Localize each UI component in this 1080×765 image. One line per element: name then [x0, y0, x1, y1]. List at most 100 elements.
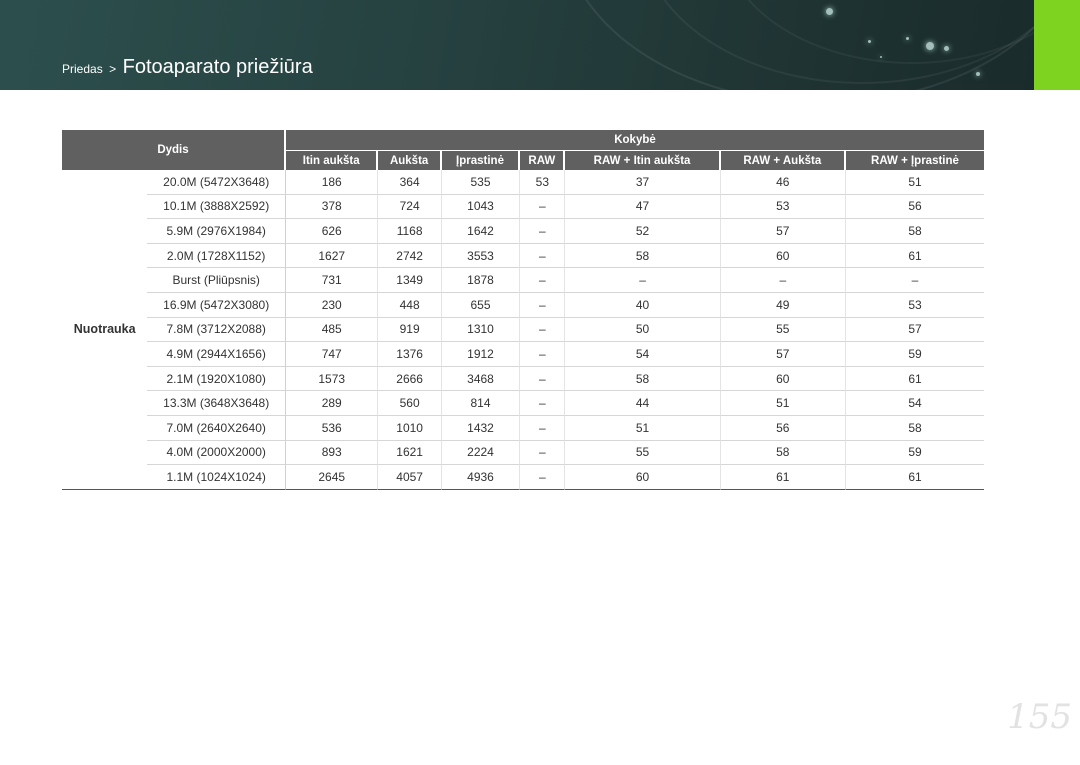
- value-cell: 59: [845, 441, 984, 466]
- section-tab: [1034, 0, 1080, 90]
- value-cell: 535: [441, 170, 521, 195]
- value-cell: 1043: [441, 194, 521, 220]
- sparkle-dot: [976, 72, 980, 76]
- size-cell: 1.1M (1024X1024): [147, 465, 286, 490]
- table-row: 4.0M (2000X2000) 893 1621 2224–55 58 59: [62, 440, 984, 466]
- table-row: 4.9M (2944X1656) 747 1376 1912–54 57 59: [62, 342, 984, 367]
- value-cell: 40: [565, 292, 721, 318]
- value-cell: 1912: [441, 342, 521, 367]
- table-row: 13.3M (3648X3648) 289 560 814–44 51 54: [62, 391, 984, 416]
- quality-column-header: RAW + Įprastinė: [845, 151, 984, 170]
- size-cell: 13.3M (3648X3648): [147, 391, 286, 416]
- value-cell: 61: [845, 244, 984, 269]
- page-number: 155: [1007, 697, 1072, 737]
- sparkle-dot: [926, 42, 934, 50]
- value-cell: 56: [845, 195, 984, 220]
- value-cell: 814: [441, 391, 521, 416]
- value-cell: 59: [845, 342, 984, 367]
- value-cell: 61: [720, 465, 846, 490]
- value-cell: 1573: [286, 366, 379, 392]
- value-cell: 57: [720, 219, 846, 244]
- value-cell: 58: [845, 219, 984, 244]
- value-cell: 61: [845, 367, 984, 392]
- table-row: 16.9M (5472X3080) 230 448 655–40 49 53: [62, 292, 984, 318]
- value-cell: 37: [565, 170, 721, 195]
- value-cell: –: [520, 342, 566, 367]
- value-cell: 58: [845, 416, 984, 441]
- value-cell: 4936: [441, 465, 521, 490]
- value-cell: –: [520, 391, 566, 416]
- value-cell: 1376: [378, 342, 442, 367]
- value-cell: 919: [378, 317, 442, 343]
- value-cell: 46: [720, 170, 846, 195]
- value-cell: 61: [845, 465, 984, 490]
- value-cell: –: [845, 268, 984, 293]
- value-cell: 536: [286, 415, 379, 441]
- size-cell: 10.1M (3888X2592): [147, 194, 286, 220]
- value-cell: 56: [720, 415, 846, 441]
- value-cell: –: [520, 268, 566, 293]
- value-cell: 44: [565, 391, 721, 416]
- value-cell: 3468: [441, 366, 521, 392]
- value-cell: 55: [565, 440, 721, 466]
- size-cell: 16.9M (5472X3080): [147, 292, 286, 318]
- value-cell: 53: [520, 170, 566, 195]
- value-cell: 1168: [378, 219, 442, 244]
- value-cell: 49: [720, 292, 846, 318]
- sparkle-dot: [868, 40, 871, 43]
- size-cell: 2.1M (1920X1080): [147, 366, 286, 392]
- value-cell: 1310: [441, 317, 521, 343]
- value-cell: –: [520, 243, 566, 269]
- size-cell: 4.0M (2000X2000): [147, 440, 286, 466]
- value-cell: 448: [378, 292, 442, 318]
- size-cell: 4.9M (2944X1656): [147, 342, 286, 367]
- breadcrumb: Priedas > Fotoaparato priežiūra: [62, 56, 313, 79]
- value-cell: 58: [565, 366, 721, 392]
- table-row: Nuotrauka 20.0M (5472X3648) 186 364 535 53 37 4…: [62, 170, 984, 490]
- size-header: Dydis: [62, 130, 286, 170]
- quality-column-header: Aukšta: [378, 151, 442, 170]
- value-cell: 54: [845, 391, 984, 416]
- value-cell: 364: [378, 170, 442, 195]
- capacity-table: Dydis Kokybė Itin aukšta Aukšta Įprastinė R…: [62, 130, 984, 490]
- value-cell: 724: [378, 194, 442, 220]
- value-cell: 1432: [441, 415, 521, 441]
- value-cell: 485: [286, 317, 379, 343]
- value-cell: 1349: [378, 268, 442, 293]
- value-cell: 57: [845, 318, 984, 343]
- table-row: 7.0M (2640X2640) 536 1010 1432–51 56 58: [62, 415, 984, 441]
- quality-column-header: RAW: [520, 151, 566, 170]
- size-cell: Burst (Pliūpsnis): [147, 268, 286, 293]
- value-cell: –: [520, 194, 566, 220]
- table-row: 7.8M (3712X2088) 485 919 1310–50 55 57: [62, 317, 984, 343]
- value-cell: 655: [441, 292, 521, 318]
- table-body: Nuotrauka 20.0M (5472X3648) 186 364 535 53 37 4…: [62, 170, 984, 490]
- sparkle-dot: [826, 8, 833, 15]
- page-title: Fotoaparato priežiūra: [122, 56, 313, 78]
- value-cell: 53: [845, 293, 984, 318]
- value-cell: 2224: [441, 440, 521, 466]
- value-cell: 893: [286, 440, 379, 466]
- breadcrumb-parent-link[interactable]: Priedas: [62, 62, 103, 76]
- value-cell: 1642: [441, 219, 521, 244]
- sparkle-dot: [944, 46, 949, 51]
- quality-header: Kokybė: [286, 130, 984, 151]
- quality-column-header: RAW + Itin aukšta: [565, 151, 721, 170]
- value-cell: 52: [565, 219, 721, 244]
- value-cell: 51: [720, 391, 846, 416]
- value-cell: 55: [720, 317, 846, 343]
- size-cell: 20.0M (5472X3648): [147, 170, 286, 195]
- value-cell: 51: [845, 170, 984, 195]
- quality-column-header: RAW + Aukšta: [720, 151, 846, 170]
- breadcrumb-separator: >: [109, 62, 117, 76]
- quality-column-header: Itin aukšta: [286, 151, 379, 170]
- value-cell: 186: [286, 170, 379, 195]
- value-cell: –: [520, 415, 566, 441]
- value-cell: –: [520, 366, 566, 392]
- value-cell: 58: [720, 440, 846, 466]
- value-cell: 731: [286, 268, 379, 293]
- value-cell: –: [720, 268, 846, 293]
- sparkle-dot: [906, 37, 909, 40]
- value-cell: 560: [378, 391, 442, 416]
- value-cell: 58: [565, 243, 721, 269]
